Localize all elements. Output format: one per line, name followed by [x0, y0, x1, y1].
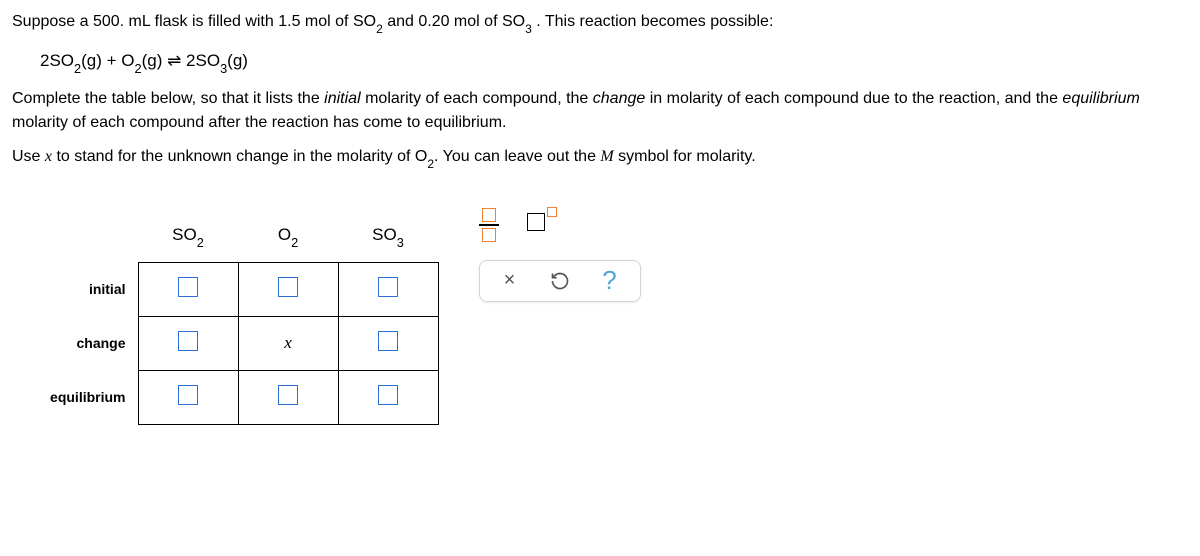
species-so2: SO2 — [353, 13, 383, 30]
text: of — [335, 13, 353, 30]
cell-eq-o2[interactable] — [238, 370, 338, 424]
cell-eq-so3[interactable] — [338, 370, 438, 424]
cell-eq-so2[interactable] — [138, 370, 238, 424]
reset-button[interactable] — [548, 269, 572, 293]
text: flask is filled with — [155, 13, 279, 30]
text: and — [387, 13, 418, 30]
row-header-change: change — [18, 316, 138, 370]
col-header-so3: SO3 — [338, 210, 438, 262]
reset-icon — [550, 271, 570, 291]
mol-so2: 1.5 mol — [278, 13, 330, 30]
superscript-tool[interactable] — [527, 213, 545, 236]
clear-button[interactable]: × — [498, 269, 522, 293]
col-header-so2: SO2 — [138, 210, 238, 262]
chemical-equation: 2SO2(g) + O2(g) ⇌ 2SO3(g) — [40, 51, 1188, 73]
cell-initial-o2[interactable] — [238, 262, 338, 316]
col-header-o2: O2 — [238, 210, 338, 262]
problem-statement: Suppose a 500. mL flask is filled with 1… — [12, 8, 1188, 37]
instruction-1: Complete the table below, so that it lis… — [12, 87, 1188, 135]
cell-change-so2[interactable] — [138, 316, 238, 370]
cell-initial-so3[interactable] — [338, 262, 438, 316]
species-so3: SO3 — [502, 13, 532, 30]
text: of — [484, 13, 502, 30]
text: Suppose a — [12, 13, 93, 30]
text: . This reaction becomes possible: — [536, 13, 773, 30]
cell-change-o2: x — [238, 316, 338, 370]
ice-table: SO2 O2 SO3 initial change x equilibrium — [18, 210, 439, 425]
row-header-equilibrium: equilibrium — [18, 370, 138, 424]
mol-so3: 0.20 mol — [418, 13, 479, 30]
fraction-tool[interactable] — [479, 208, 499, 242]
row-header-initial: initial — [18, 262, 138, 316]
help-button[interactable]: ? — [598, 269, 622, 293]
instruction-2: Use x to stand for the unknown change in… — [12, 145, 1188, 170]
cell-change-so3[interactable] — [338, 316, 438, 370]
toolbox: × ? — [479, 208, 641, 302]
cell-initial-so2[interactable] — [138, 262, 238, 316]
volume: 500. mL — [93, 13, 150, 30]
